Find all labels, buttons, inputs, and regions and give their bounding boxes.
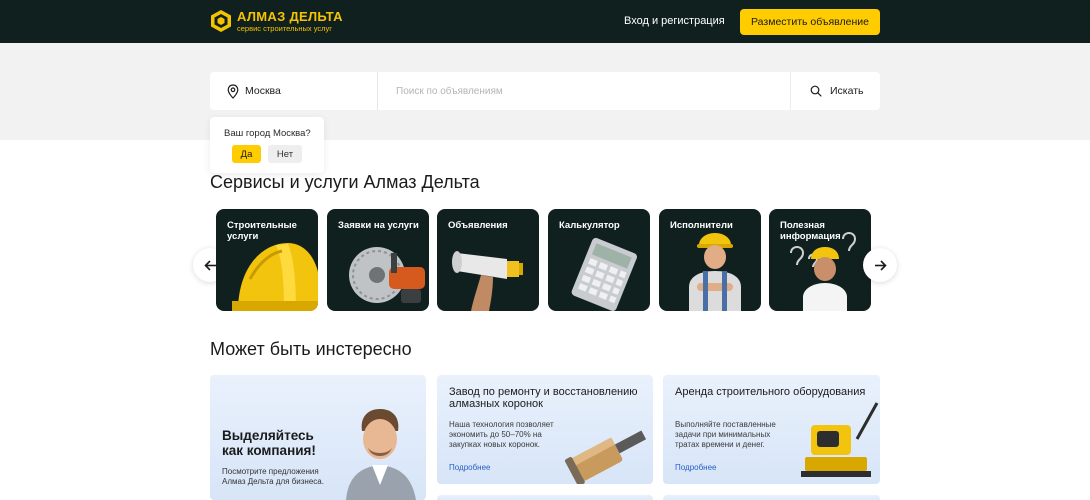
service-card-info[interactable]: Полезная информация bbox=[769, 209, 871, 311]
city-confirm-popup: Ваш город Москва? Да Нет bbox=[210, 117, 324, 173]
diamond-core-bit-icon bbox=[564, 430, 647, 484]
service-card-label: Строительные услуги bbox=[227, 220, 297, 242]
service-card-requests[interactable]: Заявки на услуги bbox=[327, 209, 429, 311]
business-promo-card[interactable]: Выделяйтесь как компания! Посмотрите пре… bbox=[210, 375, 426, 500]
promo-card-crown-repair[interactable]: Завод по ремонту и восстановлению алмазн… bbox=[437, 375, 653, 484]
promo-card-next-right[interactable] bbox=[663, 495, 880, 500]
city-question: Ваш город Москва? bbox=[224, 128, 311, 139]
service-card-label: Заявки на услуги bbox=[338, 220, 419, 231]
service-card-label: Полезная информация bbox=[780, 220, 841, 242]
business-promo-heading: Выделяйтесь как компания! bbox=[222, 428, 316, 458]
service-card-executors[interactable]: Исполнители bbox=[659, 209, 761, 311]
businessman-photo bbox=[346, 409, 416, 500]
service-card-label: Калькулятор bbox=[559, 220, 620, 231]
promo-text: Выполняйте поставленные задачи при миним… bbox=[675, 420, 776, 449]
promo-title: Завод по ремонту и восстановлению алмазн… bbox=[449, 386, 638, 410]
city-selector[interactable]: Москва bbox=[210, 72, 378, 110]
service-card-ads[interactable]: Объявления bbox=[437, 209, 539, 311]
city-no-button[interactable]: Нет bbox=[268, 145, 302, 163]
plate-compactor-icon bbox=[801, 402, 879, 477]
brand-logo[interactable]: АЛМАЗ ДЕЛЬТА сервис строительных услуг bbox=[210, 9, 343, 33]
city-yes-button[interactable]: Да bbox=[232, 145, 261, 163]
search-icon bbox=[810, 85, 822, 97]
interesting-title: Может быть инстересно bbox=[210, 339, 412, 359]
carousel-next-button[interactable] bbox=[863, 248, 897, 282]
promo-card-next-left[interactable] bbox=[437, 495, 653, 500]
search-button[interactable]: Искать bbox=[790, 72, 880, 110]
diamond-logo-icon bbox=[211, 10, 231, 32]
promo-more-link[interactable]: Подробнее bbox=[675, 463, 717, 472]
promo-text: Наша технология позволяет экономить до 5… bbox=[449, 420, 554, 449]
arrow-left-icon bbox=[203, 259, 216, 271]
arrow-right-icon bbox=[874, 259, 887, 271]
search-bar: Москва Искать bbox=[210, 72, 880, 110]
business-promo-text: Посмотрите предложения Алмаз Дельта для … bbox=[222, 467, 324, 486]
city-name: Москва bbox=[245, 85, 281, 97]
top-header: АЛМАЗ ДЕЛЬТА сервис строительных услуг В… bbox=[0, 0, 1090, 43]
post-ad-button[interactable]: Разместить объявление bbox=[740, 9, 880, 35]
service-card-calculator[interactable]: Калькулятор bbox=[548, 209, 650, 311]
service-card-label: Исполнители bbox=[670, 220, 733, 231]
login-register-link[interactable]: Вход и регистрация bbox=[624, 15, 725, 27]
search-button-label: Искать bbox=[830, 85, 864, 97]
promo-more-link[interactable]: Подробнее bbox=[449, 463, 491, 472]
service-card-label: Объявления bbox=[448, 220, 508, 231]
service-card-construction[interactable]: Строительные услуги bbox=[216, 209, 318, 311]
promo-card-equipment-rent[interactable]: Аренда строительного оборудования Выполн… bbox=[663, 375, 880, 484]
search-input[interactable] bbox=[388, 72, 788, 110]
location-pin-icon bbox=[227, 83, 239, 99]
brand-name: АЛМАЗ ДЕЛЬТА bbox=[237, 8, 343, 24]
services-title: Сервисы и услуги Алмаз Дельта bbox=[210, 172, 480, 192]
promo-title: Аренда строительного оборудования bbox=[675, 386, 866, 398]
brand-tagline: сервис строительных услуг bbox=[237, 23, 333, 33]
